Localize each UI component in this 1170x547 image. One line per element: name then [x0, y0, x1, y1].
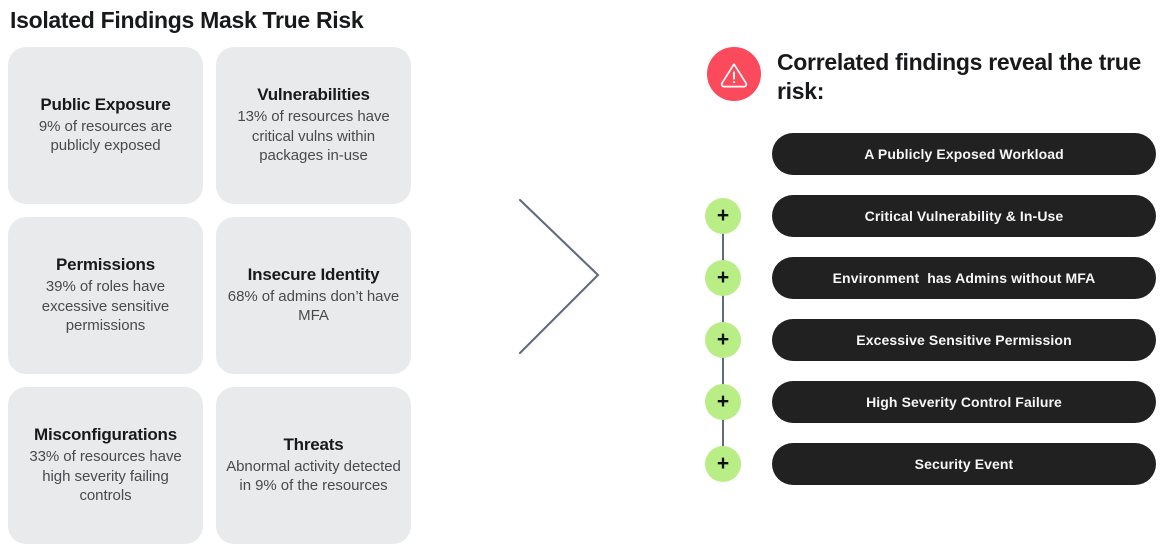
finding-card-permissions: Permissions 39% of roles have excessive … — [8, 217, 203, 374]
infographic-canvas: Isolated Findings Mask True Risk Public … — [0, 0, 1170, 547]
correlated-risk-header: Correlated findings reveal the true risk… — [707, 46, 1170, 106]
finding-card-title: Misconfigurations — [34, 425, 177, 445]
isolated-findings-panel: Isolated Findings Mask True Risk Public … — [0, 0, 470, 547]
chain-row: + High Severity Control Failure — [690, 381, 1170, 423]
chain-row: + Security Event — [690, 443, 1170, 485]
findings-card-grid: Public Exposure 9% of resources are publ… — [8, 47, 426, 544]
finding-card-description: 9% of resources are publicly exposed — [38, 117, 173, 155]
correlated-findings-chain: A Publicly Exposed Workload + Critical V… — [690, 133, 1170, 485]
finding-card-description: 68% of admins don’t have MFA — [227, 287, 400, 325]
finding-card-description: Abnormal activity detected in 9% of the … — [226, 457, 401, 495]
finding-card-title: Vulnerabilities — [257, 85, 370, 105]
finding-pill-security-event[interactable]: Security Event — [772, 443, 1156, 485]
correlated-risk-heading: Correlated findings reveal the true risk… — [777, 49, 1141, 104]
finding-pill-admins-without-mfa[interactable]: Environment has Admins without MFA — [772, 257, 1156, 299]
plus-glyph: + — [716, 265, 730, 289]
finding-card-title: Permissions — [56, 255, 155, 275]
finding-card-title: Threats — [283, 435, 344, 455]
finding-card-description: 33% of resources have high severity fail… — [29, 448, 182, 505]
finding-card-insecure-identity: Insecure Identity 68% of admins don’t ha… — [216, 217, 411, 374]
chain-row: + Environment has Admins without MFA — [690, 257, 1170, 299]
plus-glyph: + — [716, 389, 730, 413]
chain-row: + Critical Vulnerability & In-Use — [690, 195, 1170, 237]
plus-glyph: + — [716, 203, 730, 227]
finding-pill-excessive-sensitive-permission[interactable]: Excessive Sensitive Permission — [772, 319, 1156, 361]
plus-icon: + — [705, 384, 741, 420]
correlated-risk-panel: Correlated findings reveal the true risk… — [690, 0, 1170, 547]
finding-pill-publicly-exposed-workload[interactable]: A Publicly Exposed Workload — [772, 133, 1156, 175]
chain-row: + Excessive Sensitive Permission — [690, 319, 1170, 361]
finding-card-title: Public Exposure — [40, 95, 171, 115]
finding-card-misconfigurations: Misconfigurations 33% of resources have … — [8, 387, 203, 544]
finding-pill-critical-vulnerability[interactable]: Critical Vulnerability & In-Use — [772, 195, 1156, 237]
plus-glyph: + — [716, 451, 730, 475]
page-title: Isolated Findings Mask True Risk — [10, 7, 364, 33]
chain-row: A Publicly Exposed Workload — [690, 133, 1170, 175]
finding-card-description: 39% of roles have excessive sensitive pe… — [41, 278, 170, 335]
finding-pill-high-severity-control-failure[interactable]: High Severity Control Failure — [772, 381, 1156, 423]
plus-glyph: + — [716, 327, 730, 351]
warning-triangle-icon — [707, 47, 761, 101]
plus-icon: + — [705, 260, 741, 296]
plus-icon: + — [705, 322, 741, 358]
plus-icon: + — [705, 198, 741, 234]
finding-card-description: 13% of resources have critical vulns wit… — [237, 108, 390, 165]
finding-card-vulnerabilities: Vulnerabilities 13% of resources have cr… — [216, 47, 411, 204]
plus-icon: + — [705, 446, 741, 482]
finding-card-public-exposure: Public Exposure 9% of resources are publ… — [8, 47, 203, 204]
chevron-right-icon — [515, 195, 605, 360]
finding-card-threats: Threats Abnormal activity detected in 9%… — [216, 387, 411, 544]
finding-card-title: Insecure Identity — [247, 265, 380, 285]
